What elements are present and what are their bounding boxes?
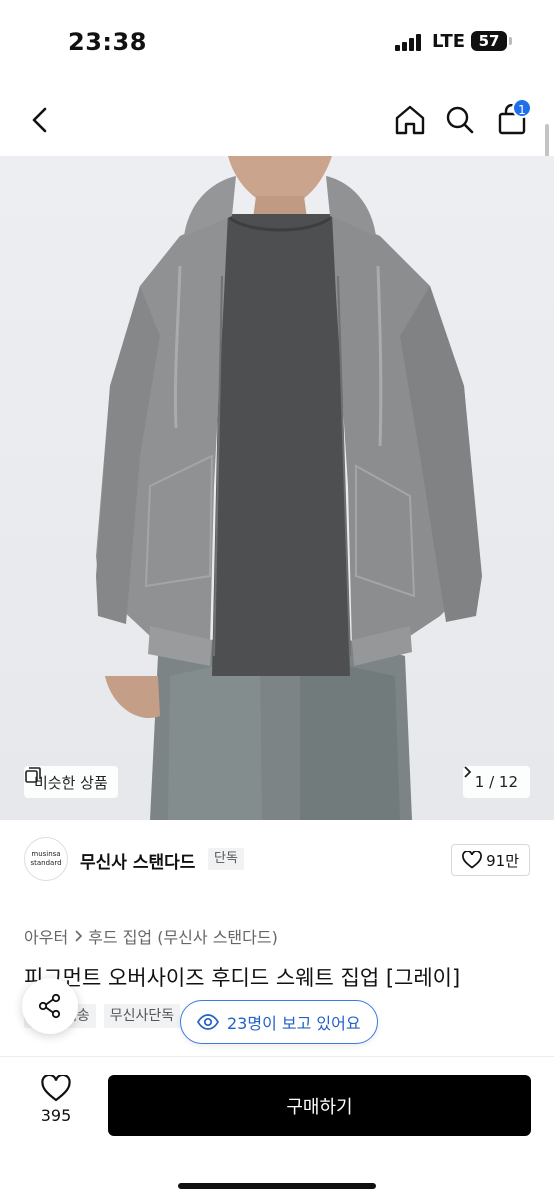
product-image-carousel[interactable]: 비슷한 상품 1 / 12 bbox=[0, 156, 554, 820]
wishlist-button[interactable]: 395 bbox=[30, 1075, 82, 1125]
bottom-action-bar: 395 구매하기 bbox=[0, 1056, 554, 1200]
eye-icon bbox=[197, 1014, 219, 1030]
buy-button[interactable]: 구매하기 bbox=[108, 1075, 531, 1136]
brand-like-button[interactable]: 91만 bbox=[451, 844, 530, 876]
share-button[interactable] bbox=[22, 978, 78, 1034]
share-icon bbox=[38, 993, 61, 1019]
back-button[interactable] bbox=[22, 100, 58, 140]
copy-icon bbox=[25, 767, 41, 783]
brand-exclusive-badge: 단독 bbox=[208, 848, 244, 870]
viewers-indicator: 23명이 보고 있어요 bbox=[180, 1000, 378, 1044]
heart-icon bbox=[462, 851, 482, 869]
search-icon bbox=[446, 106, 474, 134]
home-button[interactable] bbox=[390, 100, 430, 140]
brand-like-count: 91만 bbox=[486, 851, 519, 870]
cart-button[interactable]: 1 bbox=[492, 98, 532, 140]
chevron-right-icon bbox=[464, 766, 471, 778]
chevron-left-icon bbox=[32, 107, 47, 133]
product-title: 피그먼트 오버사이즈 후디드 스웨트 집업 [그레이] bbox=[24, 966, 461, 990]
network-label: LTE bbox=[432, 31, 466, 52]
similar-products-button[interactable]: 비슷한 상품 bbox=[24, 766, 118, 798]
search-button[interactable] bbox=[440, 100, 480, 140]
page-indicator-text: 1 / 12 bbox=[474, 773, 518, 791]
viewers-text: 23명이 보고 있어요 bbox=[227, 1014, 361, 1033]
brand-name[interactable]: 무신사 스탠다드 bbox=[80, 848, 195, 873]
image-page-indicator[interactable]: 1 / 12 bbox=[462, 766, 530, 798]
brand-row: musinsa standard 무신사 스탠다드 단독 91만 bbox=[0, 832, 554, 890]
category-breadcrumb: 아우터 후드 집업 (무신사 스탠다드) bbox=[24, 924, 278, 948]
breadcrumb-item[interactable]: 후드 집업 (무신사 스탠다드) bbox=[88, 924, 278, 948]
wishlist-count: 395 bbox=[40, 1106, 72, 1125]
chevron-right-icon bbox=[75, 930, 83, 942]
signal-icon bbox=[395, 33, 425, 51]
brand-logo-line1: musinsa bbox=[31, 850, 61, 858]
similar-products-label: 비슷한 상품 bbox=[34, 773, 108, 792]
battery-tip bbox=[509, 37, 512, 45]
heart-icon bbox=[41, 1075, 71, 1102]
brand-logo-line2: standard bbox=[30, 859, 62, 867]
breadcrumb-item[interactable]: 아우터 bbox=[24, 924, 68, 948]
cart-badge: 1 bbox=[512, 98, 532, 118]
battery-icon: 57 bbox=[471, 31, 507, 51]
nav-bar: 1 bbox=[0, 84, 554, 156]
product-photo bbox=[96, 156, 482, 820]
status-bar: 23:38 LTE 57 bbox=[0, 0, 554, 84]
product-tag: 무신사단독 bbox=[103, 1004, 181, 1028]
brand-logo[interactable]: musinsa standard bbox=[24, 837, 68, 881]
home-icon bbox=[395, 105, 425, 135]
status-time: 23:38 bbox=[68, 28, 147, 56]
home-indicator bbox=[178, 1183, 376, 1189]
